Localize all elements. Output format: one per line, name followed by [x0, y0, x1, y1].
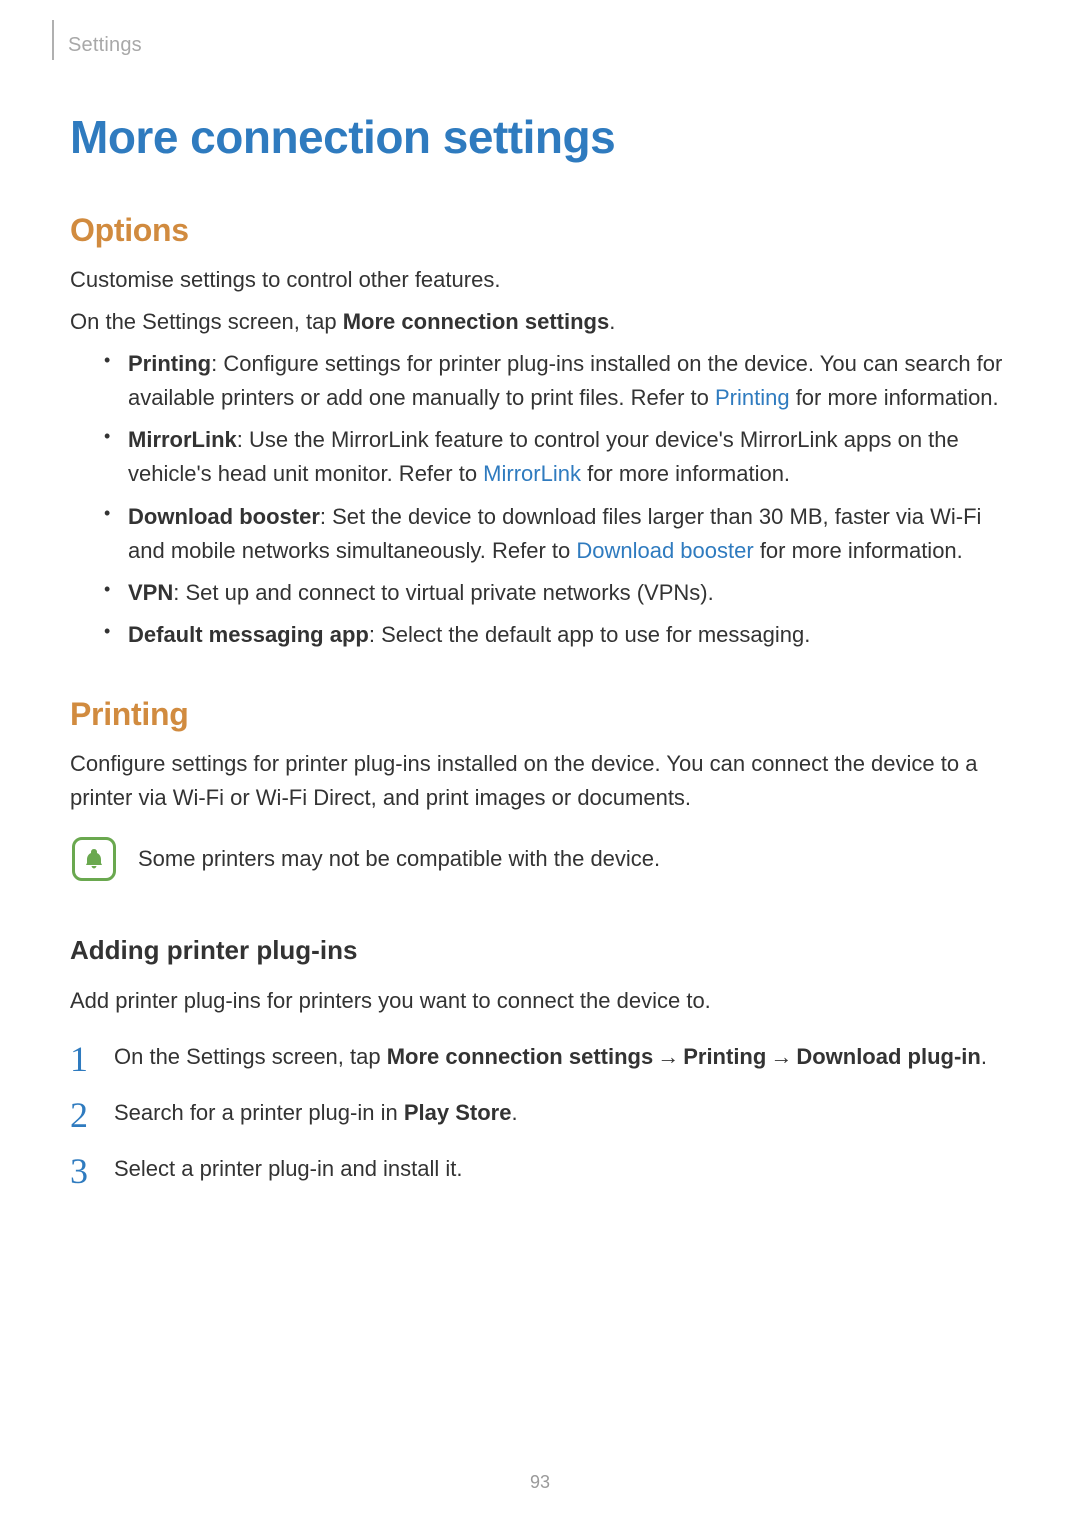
note-text: Some printers may not be compatible with…	[138, 846, 660, 872]
arrow-icon: →	[657, 1044, 679, 1069]
steps-list: On the Settings screen, tap More connect…	[70, 1040, 1010, 1186]
text: On the Settings screen, tap	[114, 1044, 387, 1069]
document-page: Settings More connection settings Option…	[0, 0, 1080, 1527]
list-item: Download booster: Set the device to down…	[98, 500, 1010, 568]
section-heading-options: Options	[70, 212, 1010, 249]
options-intro: Customise settings to control other feat…	[70, 263, 1010, 297]
item-text: for more information.	[754, 538, 963, 563]
item-text: for more information.	[581, 461, 790, 486]
step-item: Search for a printer plug-in in Play Sto…	[70, 1096, 1010, 1130]
text: .	[511, 1100, 517, 1125]
subsection-intro: Add printer plug-ins for printers you wa…	[70, 984, 1010, 1018]
text: On the Settings screen, tap	[70, 309, 343, 334]
item-label: VPN	[128, 580, 173, 605]
bold-text: Download plug-in	[796, 1044, 981, 1069]
page-content: More connection settings Options Customi…	[52, 110, 1010, 1187]
text: .	[981, 1044, 987, 1069]
cross-reference-link[interactable]: MirrorLink	[483, 461, 581, 486]
page-number: 93	[0, 1472, 1080, 1493]
bold-text: More connection settings	[343, 309, 609, 334]
step-item: On the Settings screen, tap More connect…	[70, 1040, 1010, 1074]
text: .	[609, 309, 615, 334]
item-text: for more information.	[790, 385, 999, 410]
list-item: MirrorLink: Use the MirrorLink feature t…	[98, 423, 1010, 491]
item-label: Download booster	[128, 504, 320, 529]
subsection-heading: Adding printer plug-ins	[70, 935, 1010, 966]
arrow-icon: →	[770, 1044, 792, 1069]
options-instruction: On the Settings screen, tap More connect…	[70, 305, 1010, 339]
cross-reference-link[interactable]: Printing	[715, 385, 790, 410]
text: Select a printer plug-in and install it.	[114, 1156, 463, 1181]
bold-text: Printing	[683, 1044, 766, 1069]
page-title: More connection settings	[70, 110, 1010, 164]
section-heading-printing: Printing	[70, 696, 1010, 733]
bold-text: More connection settings	[387, 1044, 653, 1069]
list-item: VPN: Set up and connect to virtual priva…	[98, 576, 1010, 610]
list-item: Printing: Configure settings for printer…	[98, 347, 1010, 415]
item-text: : Select the default app to use for mess…	[369, 622, 811, 647]
item-label: Default messaging app	[128, 622, 369, 647]
printing-intro: Configure settings for printer plug-ins …	[70, 747, 1010, 815]
page-header: Settings	[52, 30, 1010, 60]
item-label: MirrorLink	[128, 427, 237, 452]
note-callout: Some printers may not be compatible with…	[70, 837, 1010, 881]
item-label: Printing	[128, 351, 211, 376]
text: Search for a printer plug-in in	[114, 1100, 404, 1125]
breadcrumb: Settings	[68, 34, 142, 57]
cross-reference-link[interactable]: Download booster	[576, 538, 753, 563]
header-divider	[52, 20, 54, 60]
list-item: Default messaging app: Select the defaul…	[98, 618, 1010, 652]
bold-text: Play Store	[404, 1100, 512, 1125]
options-list: Printing: Configure settings for printer…	[98, 347, 1010, 652]
step-item: Select a printer plug-in and install it.	[70, 1152, 1010, 1186]
note-bell-icon	[72, 837, 116, 881]
item-text: : Set up and connect to virtual private …	[173, 580, 713, 605]
